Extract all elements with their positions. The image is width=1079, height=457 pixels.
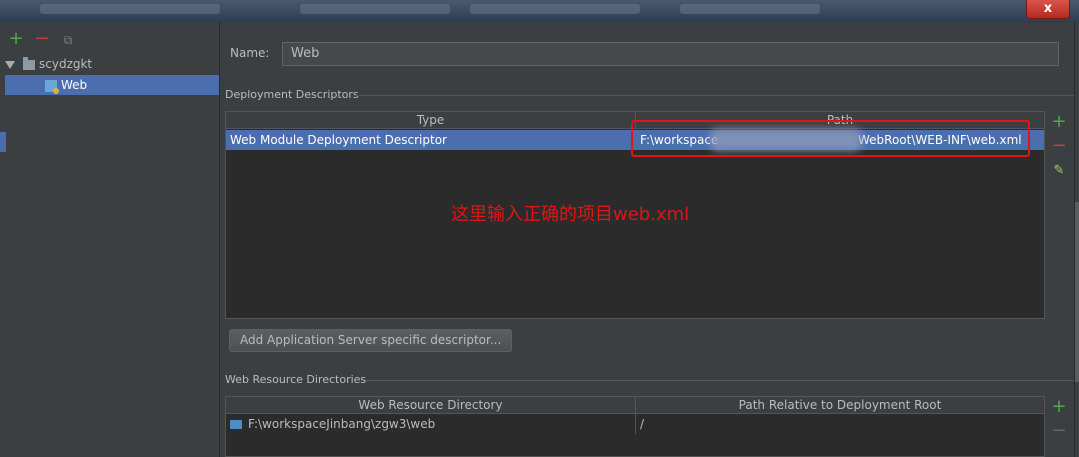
column-header-type[interactable]: Type [226,112,636,129]
relative-path-cell: / [640,417,645,431]
folder-icon [23,56,35,70]
blurred-tab [470,4,640,14]
add-server-descriptor-button[interactable]: Add Application Server specific descript… [229,329,513,352]
left-selection-marker [0,132,6,152]
tree-item-module[interactable]: scydzgkt [5,54,219,74]
remove-directory-icon[interactable]: − [1048,422,1070,441]
name-input[interactable]: Web [282,42,1059,66]
annotation-text: 这里输入正确的项目web.xml [451,204,690,225]
name-label: Name: [230,46,270,60]
section-divider [366,380,1074,381]
deployment-descriptors-title: Deployment Descriptors [225,88,359,101]
remove-icon[interactable]: − [34,30,50,48]
folder-icon [230,420,242,429]
remove-descriptor-icon[interactable]: − [1048,137,1070,156]
column-header-relative-path[interactable]: Path Relative to Deployment Root [636,397,1044,414]
column-header-directory[interactable]: Web Resource Directory [226,397,636,414]
add-descriptor-icon[interactable]: + [1048,113,1070,132]
scrollbar-thumb[interactable] [1075,202,1079,382]
web-facet-icon [45,79,59,94]
tree-item-label: Web [61,78,88,92]
directory-path: F:\workspaceJinbang\zgw3\web [248,417,436,431]
edit-descriptor-icon[interactable]: ✎ [1048,162,1070,180]
table-row[interactable]: F:\workspaceJinbang\zgw3\web / [226,414,1044,434]
blurred-tab [40,4,220,14]
tree-item-label: scydzgkt [39,57,93,71]
copy-icon[interactable]: ⧉ [60,32,76,48]
facet-settings-panel: Name: Web Deployment Descriptors Type Pa… [221,22,1079,457]
vertical-scrollbar[interactable] [1074,22,1079,457]
web-resource-directories-table: Web Resource Directory Path Relative to … [225,396,1045,457]
table-header: Web Resource Directory Path Relative to … [226,397,1044,414]
expand-arrow-icon[interactable] [5,60,15,69]
blurred-tab [300,4,450,14]
web-resource-directories-title: Web Resource Directories [225,373,367,386]
add-icon[interactable]: + [8,30,24,48]
facets-tree-panel: + − ⧉ scydzgkt Web [0,22,220,457]
highlight-box [631,120,1030,157]
add-directory-icon[interactable]: + [1048,398,1070,417]
window-close-button[interactable]: x [1026,0,1070,19]
section-divider [356,95,1074,96]
directory-cell: F:\workspaceJinbang\zgw3\web [226,414,636,434]
window-title-bar [0,0,1079,22]
blurred-tab [680,4,820,14]
tree-item-web[interactable]: Web [5,75,219,95]
descriptor-type-cell: Web Module Deployment Descriptor [230,133,447,147]
